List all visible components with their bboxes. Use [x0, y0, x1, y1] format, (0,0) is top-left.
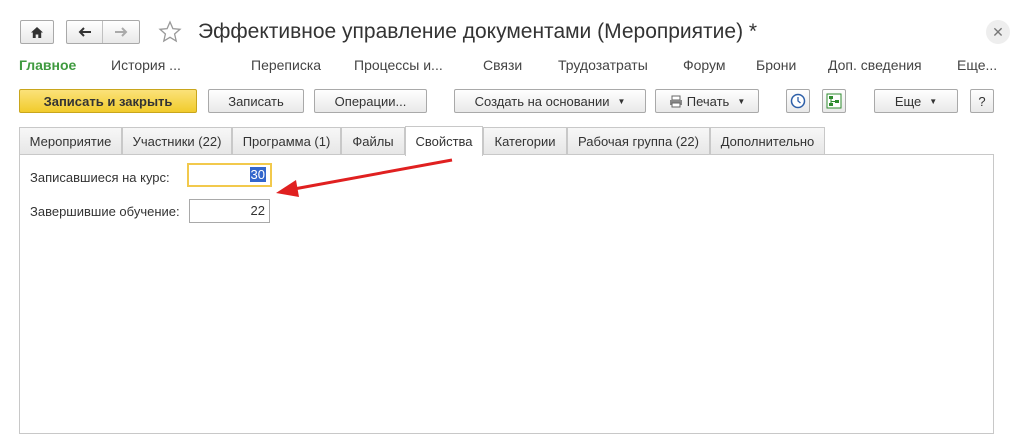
tab-label: Файлы [352, 134, 394, 149]
completed-label: Завершившие обучение: [30, 204, 180, 219]
home-icon [31, 26, 43, 38]
close-icon: ✕ [992, 23, 1004, 40]
tab-categories[interactable]: Категории [483, 127, 567, 155]
page-title: Эффективное управление документами (Меро… [198, 20, 758, 43]
completed-value: 22 [250, 203, 265, 218]
nav-item-bookings[interactable]: Брони [756, 57, 796, 73]
tab-label: Дополнительно [720, 134, 815, 149]
nav-item-processes[interactable]: Процессы и... [354, 57, 443, 73]
nav-item-links[interactable]: Связи [483, 57, 522, 73]
tab-label: Программа (1) [242, 134, 331, 149]
save-button[interactable]: Записать [208, 89, 304, 113]
structure-icon [826, 93, 842, 109]
clock-icon [790, 93, 806, 109]
clock-button[interactable] [786, 89, 810, 113]
print-label: Печать [686, 93, 730, 109]
create-based-on-dropdown[interactable]: Создать на основании ▼ [454, 89, 646, 113]
tab-properties[interactable]: Свойства [405, 126, 483, 156]
chevron-down-icon: ▼ [617, 96, 626, 106]
nav-item-forum[interactable]: Форум [683, 57, 726, 73]
create-based-on-label: Создать на основании [474, 93, 610, 109]
operations-button[interactable]: Операции... [314, 89, 427, 113]
save-and-close-label: Записать и закрыть [43, 93, 173, 109]
star-icon [158, 20, 182, 43]
tab-label: Рабочая группа (22) [578, 134, 699, 149]
back-button[interactable] [67, 21, 103, 43]
favorite-star-button[interactable] [158, 20, 182, 44]
forward-button[interactable] [103, 21, 139, 43]
operations-label: Операции... [334, 93, 407, 109]
properties-panel: Записавшиеся на курс: 30 Завершившие обу… [19, 154, 994, 434]
nav-item-correspondence[interactable]: Переписка [251, 57, 321, 73]
printer-icon [669, 95, 682, 107]
chevron-down-icon: ▼ [737, 96, 746, 106]
tab-event[interactable]: Мероприятие [19, 127, 122, 155]
print-dropdown[interactable]: Печать ▼ [655, 89, 759, 113]
tab-working-group[interactable]: Рабочая группа (22) [567, 127, 710, 155]
enrolled-value: 30 [249, 167, 266, 182]
enrolled-field[interactable]: 30 [187, 163, 272, 187]
nav-item-history[interactable]: История ... [111, 57, 181, 73]
tab-files[interactable]: Файлы [341, 127, 405, 155]
home-button[interactable] [20, 20, 54, 44]
nav-item-labor[interactable]: Трудозатраты [558, 57, 648, 73]
tab-label: Участники (22) [132, 134, 222, 149]
save-label: Записать [228, 93, 284, 109]
enrolled-label: Записавшиеся на курс: [30, 170, 170, 185]
more-label: Еще [894, 93, 922, 109]
help-button[interactable]: ? [970, 89, 994, 113]
help-label: ? [978, 93, 986, 109]
section-navbar: Главное История ... Переписка Процессы и… [0, 57, 1020, 75]
history-nav-group [66, 20, 140, 44]
structure-button[interactable] [822, 89, 846, 113]
arrow-left-icon [78, 27, 91, 37]
arrow-right-icon [115, 27, 128, 37]
tab-label: Свойства [415, 134, 473, 149]
tab-label: Категории [494, 134, 556, 149]
tab-program[interactable]: Программа (1) [232, 127, 341, 155]
save-and-close-button[interactable]: Записать и закрыть [19, 89, 197, 113]
completed-field[interactable]: 22 [189, 199, 270, 223]
close-button[interactable]: ✕ [986, 20, 1010, 44]
nav-item-more[interactable]: Еще... [957, 57, 997, 73]
tab-participants[interactable]: Участники (22) [122, 127, 232, 155]
tab-label: Мероприятие [29, 134, 112, 149]
tab-additional[interactable]: Дополнительно [710, 127, 825, 155]
nav-item-extra-info[interactable]: Доп. сведения [828, 57, 922, 73]
more-dropdown[interactable]: Еще ▼ [874, 89, 958, 113]
nav-item-main[interactable]: Главное [19, 57, 76, 73]
chevron-down-icon: ▼ [929, 96, 938, 106]
